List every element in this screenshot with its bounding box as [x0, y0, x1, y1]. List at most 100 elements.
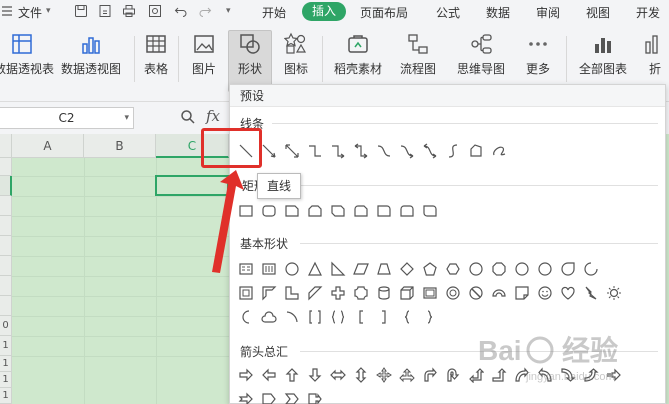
vertical-text-box-shape[interactable] [259, 259, 279, 279]
zoom-icon[interactable] [180, 109, 196, 125]
diagonal-stripe-shape[interactable] [305, 283, 325, 303]
column-header-b[interactable]: B [84, 134, 156, 158]
left-right-arrow-shape[interactable] [328, 365, 348, 385]
can-shape[interactable] [374, 283, 394, 303]
tab-home[interactable]: 开始 [262, 4, 286, 21]
arrow-line-shape[interactable] [259, 141, 279, 161]
curved-arrow-connector-shape[interactable] [397, 141, 417, 161]
undo-icon[interactable] [174, 4, 188, 18]
row-header[interactable] [0, 216, 12, 236]
row-header[interactable] [0, 276, 12, 296]
row-header[interactable]: 1 [0, 336, 12, 356]
row-header[interactable] [0, 256, 12, 276]
lightning-bolt-shape[interactable] [581, 283, 601, 303]
row-header[interactable] [0, 236, 12, 256]
tab-developer[interactable]: 开发 [636, 4, 660, 21]
snip-same-side-rectangle-shape[interactable] [305, 201, 325, 221]
double-arrow-line-shape[interactable] [282, 141, 302, 161]
more-button[interactable]: 更多 [518, 32, 558, 84]
arc-shape[interactable] [282, 307, 302, 327]
left-brace-shape[interactable] [397, 307, 417, 327]
plaque-shape[interactable] [351, 283, 371, 303]
tab-formulas[interactable]: 公式 [436, 4, 460, 21]
right-arrow-callout-shape[interactable] [305, 389, 325, 404]
curve-shape[interactable] [443, 141, 463, 161]
mindmap-button[interactable]: 思维导图 [450, 32, 512, 84]
heart-shape[interactable] [558, 283, 578, 303]
row-header[interactable] [0, 196, 12, 216]
round-same-side-rectangle-shape[interactable] [397, 201, 417, 221]
no-symbol-shape[interactable] [466, 283, 486, 303]
row-header[interactable] [0, 176, 12, 196]
freeform-shape[interactable] [466, 141, 486, 161]
triangle-shape[interactable] [305, 259, 325, 279]
tab-data[interactable]: 数据 [486, 4, 510, 21]
chevron-arrow-shape[interactable] [282, 389, 302, 404]
icons-button[interactable]: 图标 [276, 32, 316, 84]
right-triangle-shape[interactable] [328, 259, 348, 279]
file-menu[interactable]: 文件 [18, 4, 42, 21]
rounded-rectangle-shape[interactable] [259, 201, 279, 221]
folded-corner-shape[interactable] [512, 283, 532, 303]
up-arrow-shape[interactable] [282, 365, 302, 385]
double-brace-shape[interactable] [328, 307, 348, 327]
round-single-corner-rectangle-shape[interactable] [374, 201, 394, 221]
frame-shape[interactable] [236, 283, 256, 303]
pivot-table-button[interactable]: 数据透视表 [0, 32, 54, 84]
select-all-corner[interactable] [0, 134, 12, 158]
elbow-double-arrow-connector-shape[interactable] [351, 141, 371, 161]
l-shape[interactable] [282, 283, 302, 303]
heptagon-shape[interactable] [466, 259, 486, 279]
tab-page-layout[interactable]: 页面布局 [360, 4, 408, 21]
snip-corner-rectangle-shape[interactable] [282, 201, 302, 221]
right-bracket-shape[interactable] [374, 307, 394, 327]
pentagon-shape[interactable] [420, 259, 440, 279]
redo-icon[interactable] [198, 4, 212, 18]
fx-icon[interactable]: fx [206, 107, 220, 125]
right-arrow-shape[interactable] [236, 365, 256, 385]
snip-round-rectangle-shape[interactable] [351, 201, 371, 221]
left-bracket-shape[interactable] [351, 307, 371, 327]
name-box-dropdown-icon[interactable]: ▾ [124, 108, 129, 128]
half-frame-shape[interactable] [259, 283, 279, 303]
oval-shape[interactable] [282, 259, 302, 279]
picture-button[interactable]: 图片 [184, 32, 224, 84]
elbow-arrow-connector-shape[interactable] [328, 141, 348, 161]
donut-shape[interactable] [443, 283, 463, 303]
tab-view[interactable]: 视图 [586, 4, 610, 21]
tab-review[interactable]: 审阅 [536, 4, 560, 21]
docer-material-button[interactable]: 稻壳素材 [330, 32, 386, 84]
quad-arrow-shape[interactable] [374, 365, 394, 385]
row-header[interactable] [0, 158, 12, 176]
row-header[interactable]: 1 [0, 372, 12, 388]
print-preview-icon[interactable] [148, 4, 162, 18]
bevel-shape[interactable] [420, 283, 440, 303]
all-charts-button[interactable]: 全部图表 [572, 32, 634, 84]
left-arrow-shape[interactable] [259, 365, 279, 385]
elbow-connector-shape[interactable] [305, 141, 325, 161]
pie-shape[interactable] [581, 259, 601, 279]
tab-insert[interactable]: 插入 [302, 2, 346, 21]
round-diagonal-rectangle-shape[interactable] [420, 201, 440, 221]
export-icon[interactable] [98, 4, 112, 18]
right-brace-shape[interactable] [420, 307, 440, 327]
pivot-chart-button[interactable]: 数据透视图 [60, 32, 122, 84]
hexagon-shape[interactable] [443, 259, 463, 279]
save-icon[interactable] [74, 4, 88, 18]
line-chart-button[interactable]: 折 [640, 32, 669, 84]
cloud-shape[interactable] [259, 307, 279, 327]
snip-diagonal-rectangle-shape[interactable] [328, 201, 348, 221]
smiley-face-shape[interactable] [535, 283, 555, 303]
dodecagon-shape[interactable] [535, 259, 555, 279]
double-bracket-shape[interactable] [305, 307, 325, 327]
menu-icon[interactable] [0, 4, 14, 18]
cross-shape[interactable] [328, 283, 348, 303]
row-header[interactable]: 1 [0, 356, 12, 372]
column-header-a[interactable]: A [12, 134, 84, 158]
row-header[interactable]: 0 [0, 316, 12, 336]
row-header[interactable]: 1 [0, 388, 12, 404]
cube-shape[interactable] [397, 283, 417, 303]
u-turn-arrow-shape[interactable] [443, 365, 463, 385]
scribble-shape[interactable] [489, 141, 509, 161]
moon-shape[interactable] [236, 307, 256, 327]
